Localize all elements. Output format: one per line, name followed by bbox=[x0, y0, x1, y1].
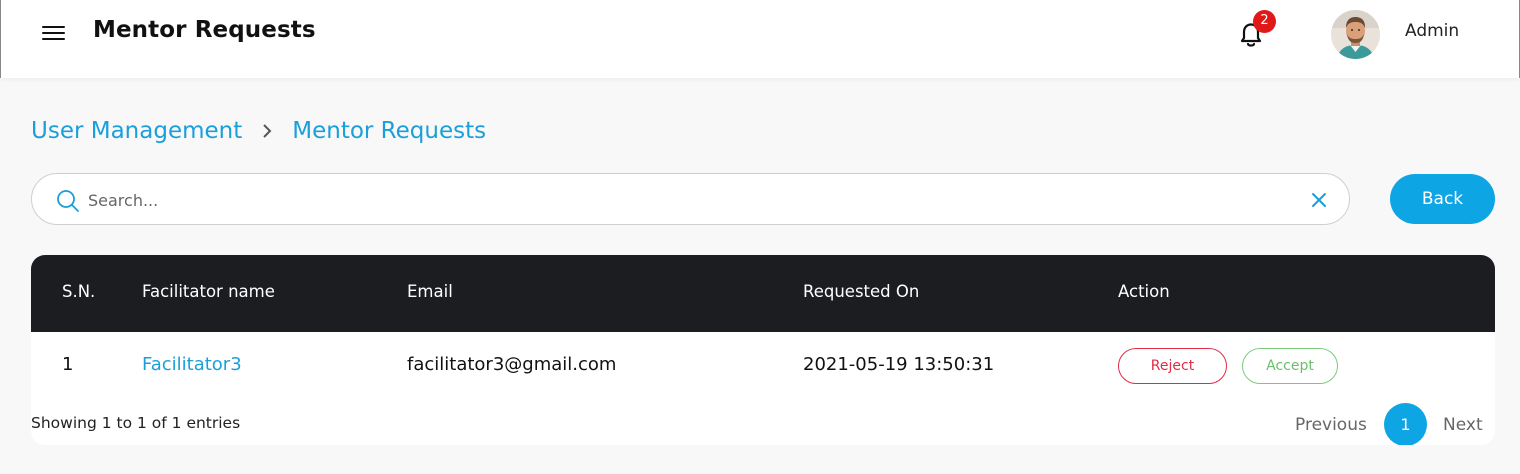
table-row: 1 Facilitator3 facilitator3@gmail.com 20… bbox=[31, 332, 1495, 402]
page-title: Mentor Requests bbox=[93, 17, 316, 43]
cell-email: facilitator3@gmail.com bbox=[407, 354, 617, 375]
mentor-requests-table: S.N. Facilitator name Email Requested On… bbox=[31, 255, 1495, 445]
cell-sn: 1 bbox=[62, 354, 74, 375]
pagination-page-1[interactable]: 1 bbox=[1384, 403, 1427, 445]
close-icon[interactable] bbox=[1310, 191, 1328, 209]
column-header-facilitator-name: Facilitator name bbox=[142, 282, 275, 301]
breadcrumb: User Management Mentor Requests bbox=[31, 115, 486, 147]
notification-count-badge: 2 bbox=[1253, 10, 1276, 33]
back-button[interactable]: Back bbox=[1390, 174, 1495, 224]
menu-icon[interactable] bbox=[41, 24, 67, 44]
column-header-action: Action bbox=[1118, 282, 1170, 301]
top-bar: Mentor Requests 2 Admin bbox=[0, 0, 1520, 78]
reject-button[interactable]: Reject bbox=[1118, 348, 1227, 384]
cell-requested-on: 2021-05-19 13:50:31 bbox=[803, 354, 995, 375]
accept-button[interactable]: Accept bbox=[1242, 348, 1338, 384]
table-header: S.N. Facilitator name Email Requested On… bbox=[31, 255, 1495, 332]
column-header-sn: S.N. bbox=[62, 282, 96, 301]
avatar[interactable] bbox=[1331, 10, 1380, 59]
breadcrumb-mentor-requests[interactable]: Mentor Requests bbox=[292, 118, 486, 144]
pagination-next[interactable]: Next bbox=[1443, 415, 1483, 435]
notification-button[interactable]: 2 bbox=[1235, 10, 1276, 52]
search-bar bbox=[31, 173, 1350, 225]
cell-facilitator-name[interactable]: Facilitator3 bbox=[142, 354, 242, 375]
column-header-email: Email bbox=[407, 282, 453, 301]
breadcrumb-separator bbox=[242, 115, 292, 147]
search-icon bbox=[57, 190, 79, 212]
column-header-requested-on: Requested On bbox=[803, 282, 920, 301]
breadcrumb-user-management[interactable]: User Management bbox=[31, 118, 242, 144]
entries-info: Showing 1 to 1 of 1 entries bbox=[31, 414, 241, 432]
chevron-right-icon bbox=[263, 124, 272, 138]
user-name[interactable]: Admin bbox=[1405, 21, 1459, 41]
search-input[interactable] bbox=[88, 187, 1288, 213]
pagination-previous[interactable]: Previous bbox=[1295, 415, 1367, 435]
